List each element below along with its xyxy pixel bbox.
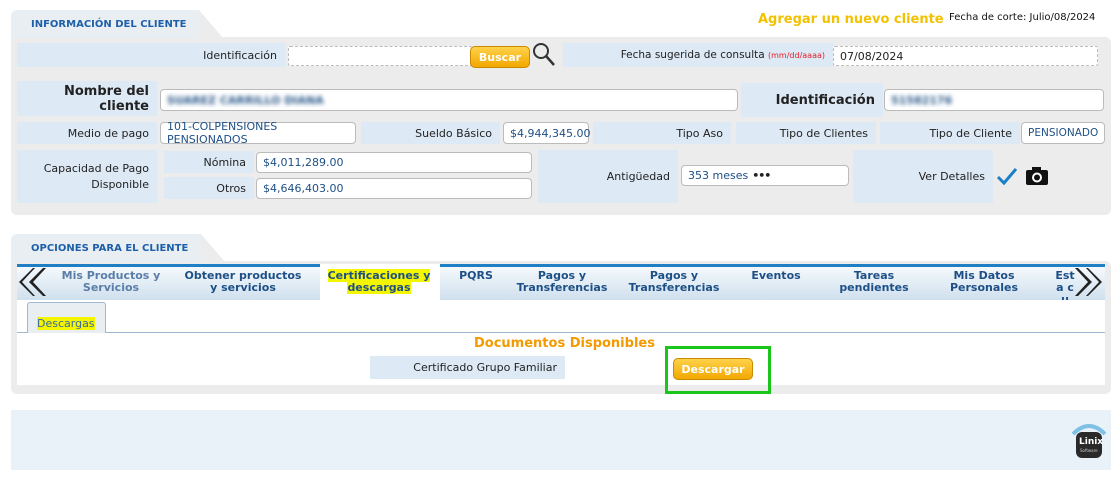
camera-icon[interactable]: [1025, 166, 1049, 186]
fecha-consulta-label: Fecha sugerida de consulta (mm/dd/aaaa): [563, 43, 833, 67]
tipo-cliente-label: Tipo de Cliente: [880, 122, 1020, 144]
more-dots-icon[interactable]: •••: [752, 169, 771, 182]
client-options-tab: OPCIONES PARA EL CLIENTE: [11, 234, 225, 262]
otros-label: Otros: [164, 177, 254, 199]
identificacion-search-label: Identificación: [17, 43, 285, 67]
capacidad-label: Capacidad de Pago Disponible: [17, 150, 157, 203]
tipo-aso-label: Tipo Aso: [593, 122, 731, 144]
linix-logo: Linix Software: [1070, 418, 1108, 460]
antiguedad-label: Antigüedad: [538, 150, 678, 203]
antiguedad-value: 353 meses •••: [681, 165, 849, 186]
identificacion-label: Identificación: [741, 83, 883, 117]
subtab-bar-line: [17, 332, 1105, 333]
identificacion-value: 51582176: [884, 89, 1104, 111]
buscar-button[interactable]: Buscar: [470, 46, 530, 68]
sueldo-value: $4,944,345.00: [503, 122, 590, 144]
checkmark-icon[interactable]: [996, 166, 1018, 186]
nomina-value: $4,011,289.00: [256, 152, 532, 173]
tab-pagos-1[interactable]: Pagos y Transferencias: [514, 270, 610, 294]
documents-title: Documentos Disponibles: [474, 336, 655, 351]
fecha-consulta-text: Fecha sugerida de consulta: [620, 49, 765, 61]
medio-pago-value: 101-COLPENSIONES PENSIONADOS: [160, 120, 356, 146]
nomina-label: Nómina: [164, 151, 254, 173]
cutoff-date: Fecha de corte: Julio/08/2024: [949, 12, 1096, 23]
client-info-title: INFORMACIÓN DEL CLIENTE: [31, 18, 187, 30]
sueldo-label: Sueldo Básico: [361, 122, 500, 144]
tab-mis-datos[interactable]: Mis Datos Personales: [944, 270, 1024, 294]
tab-certificaciones[interactable]: Certificaciones y descargas: [324, 269, 434, 294]
footer-bar: [11, 410, 1111, 470]
fecha-format-hint: (mm/dd/aaaa): [768, 50, 825, 60]
client-info-tab: INFORMACIÓN DEL CLIENTE: [11, 10, 223, 38]
nombre-label: Nombre del cliente: [17, 81, 157, 116]
medio-pago-label: Medio de pago: [17, 122, 157, 144]
add-client-link[interactable]: Agregar un nuevo cliente: [758, 12, 944, 27]
client-options-title: OPCIONES PARA EL CLIENTE: [31, 242, 189, 254]
subtab-descargas[interactable]: Descargas: [27, 302, 106, 333]
fecha-consulta-input[interactable]: 07/08/2024: [833, 46, 1098, 66]
descargar-button[interactable]: Descargar: [673, 358, 753, 380]
identificacion-search-input[interactable]: [288, 46, 472, 66]
tab-pqrs[interactable]: PQRS: [446, 270, 506, 282]
otros-value: $4,646,403.00: [256, 178, 532, 199]
tab-mis-productos[interactable]: Mis Productos y Servicios: [58, 270, 164, 294]
tab-pagos-2[interactable]: Pagos y Transferencias: [626, 270, 722, 294]
nombre-value: SUAREZ CARRILLO DIANA: [160, 89, 738, 111]
nav-left-arrow-icon[interactable]: [15, 266, 47, 298]
tab-eventos[interactable]: Eventos: [744, 270, 808, 282]
tipo-clientes-label: Tipo de Clientes: [736, 122, 876, 144]
nav-right-arrow-icon[interactable]: [1074, 266, 1106, 298]
tab-tareas[interactable]: Tareas pendientes: [834, 270, 914, 294]
tipo-cliente-value: PENSIONADO: [1021, 122, 1105, 144]
ver-detalles-label: Ver Detalles: [853, 150, 993, 203]
magnifier-icon[interactable]: [532, 41, 556, 67]
doc-name-label: Certificado Grupo Familiar: [370, 356, 565, 379]
tab-obtener-productos[interactable]: Obtener productos y servicios: [182, 270, 304, 294]
